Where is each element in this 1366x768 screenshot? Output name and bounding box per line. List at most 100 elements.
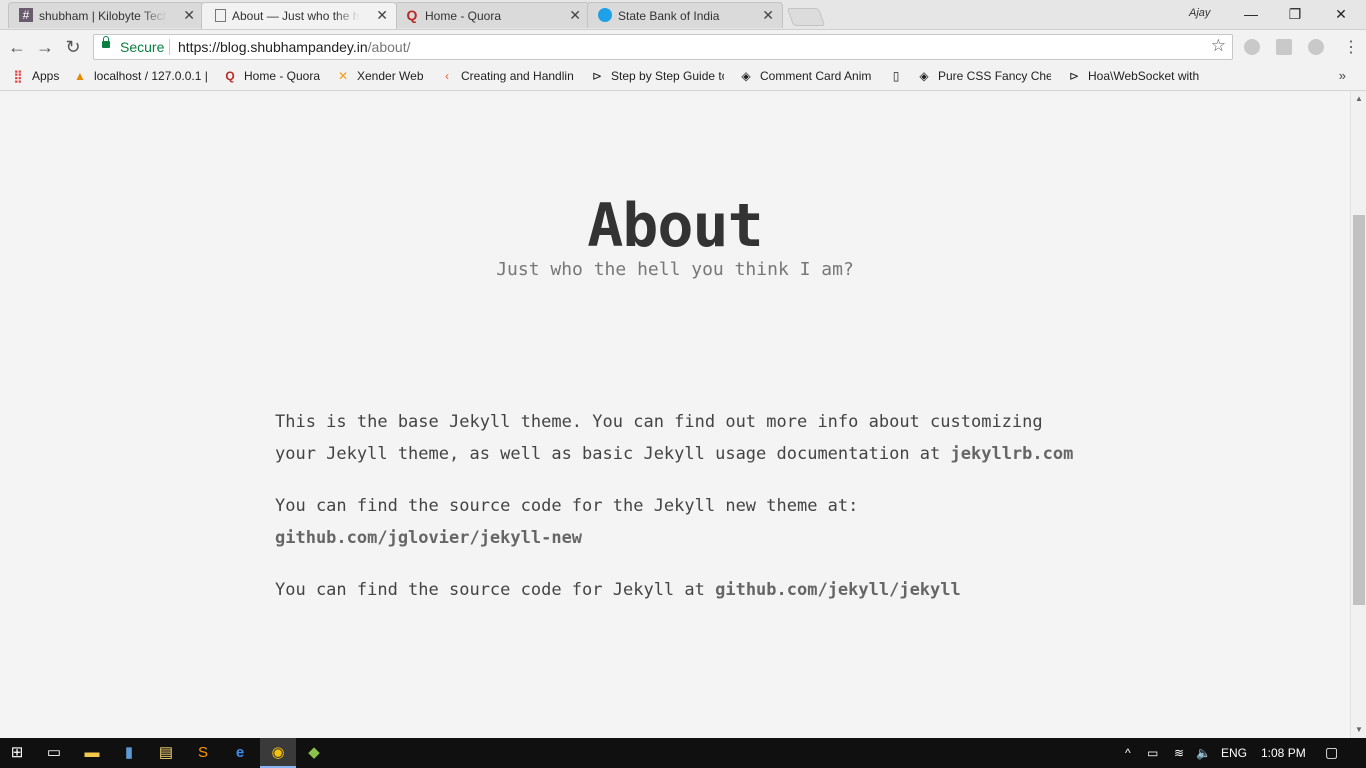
hash-icon: # (19, 8, 33, 22)
reload-icon[interactable]: ↻ (63, 37, 83, 57)
bookmark-label: Pure CSS Fancy Check (938, 69, 1051, 83)
link-jekyllrb[interactable]: jekyllrb.com (951, 444, 1074, 464)
tab-strip: # shubham | Kilobyte Techn ✕ About — Jus… (0, 0, 1366, 30)
bookmark-star-icon[interactable]: ☆ (1211, 36, 1226, 56)
page-content: About Just who the hell you think I am? … (0, 91, 1350, 738)
url-path: /about/ (367, 39, 411, 55)
lock-icon (102, 36, 110, 48)
bookmark-websocket[interactable]: ⊳ Hoa\WebSocket with (1067, 69, 1201, 83)
scroll-down-icon[interactable]: ▼ (1355, 725, 1363, 734)
profile-name[interactable]: Ajay (1189, 7, 1210, 19)
bookmark-localhost[interactable]: ▲ localhost / 127.0.0.1 | (73, 69, 209, 83)
app-icon[interactable]: ◆ (303, 743, 325, 763)
notepad-icon[interactable]: ▮ (118, 743, 140, 763)
quora-icon: Q (225, 69, 235, 83)
back-icon[interactable]: ← (7, 37, 27, 57)
tray-chevron-icon[interactable]: ^ (1125, 746, 1131, 760)
menu-icon[interactable]: ⋮ (1343, 37, 1359, 57)
page-icon (215, 9, 226, 22)
extension-icon[interactable] (1244, 39, 1260, 55)
bookmark-label: localhost / 127.0.0.1 | (94, 69, 208, 83)
bookmark-blank[interactable]: ▯ (889, 69, 910, 83)
minimize-icon[interactable]: — (1228, 0, 1274, 29)
url-base: https://blog.shubhampandey.in (178, 39, 368, 55)
close-icon[interactable]: ✕ (762, 8, 774, 22)
paragraph-text: You can find the source code for the Jek… (275, 496, 859, 516)
more-bookmarks-icon[interactable]: » (1339, 68, 1346, 83)
scroll-thumb[interactable] (1353, 215, 1365, 605)
restore-icon[interactable]: ❐ (1272, 0, 1318, 29)
clock[interactable]: 1:08 PM (1261, 746, 1306, 760)
phpmyadmin-icon: ▲ (74, 69, 86, 83)
omnibox-divider (169, 39, 170, 55)
codepen-arrow-icon: ⊳ (1068, 69, 1080, 83)
close-window-icon[interactable]: ✕ (1318, 0, 1364, 29)
codepen-arrow-icon: ⊳ (591, 69, 603, 83)
page-title: About (587, 191, 764, 261)
sitepoint-icon: ‹ (445, 69, 449, 83)
file-explorer-icon[interactable]: ▬ (81, 743, 103, 763)
bookmark-label: Creating and Handlin (461, 69, 574, 83)
bookmark-label: Apps (32, 69, 60, 83)
bookmark-label: Xender Web (357, 69, 424, 83)
link-jekyll-repo[interactable]: github.com/jekyll/jekyll (715, 580, 961, 600)
close-icon[interactable]: ✕ (183, 8, 195, 22)
extension-icon[interactable] (1276, 39, 1292, 55)
sbi-icon (598, 8, 612, 22)
new-tab-button[interactable] (786, 8, 826, 26)
close-icon[interactable]: ✕ (569, 8, 581, 22)
apps-grid-icon: ⣿ (13, 69, 23, 83)
tab-title: Home - Quora (425, 9, 502, 23)
xender-icon: ✕ (337, 69, 349, 83)
tab-title: About — Just who the hell (232, 9, 360, 23)
bookmark-creating[interactable]: ‹ Creating and Handlin (440, 69, 574, 83)
volume-icon[interactable]: 🔈 (1196, 746, 1211, 760)
secure-label: Secure (120, 39, 165, 55)
bookmark-xender[interactable]: ✕ Xender Web (336, 69, 424, 83)
bookmark-step-guide[interactable]: ⊳ Step by Step Guide to (590, 69, 724, 83)
language-indicator[interactable]: ENG (1221, 746, 1247, 760)
paragraph-text: You can find the source code for Jekyll … (275, 580, 716, 600)
sticky-notes-icon[interactable]: ▤ (155, 743, 177, 763)
codepen-icon: ◈ (741, 69, 751, 83)
task-view-icon[interactable]: ▭ (43, 743, 65, 763)
codepen-icon: ◈ (919, 69, 929, 83)
link-jekyll-new[interactable]: github.com/jglovier/jekyll-new (275, 528, 582, 548)
vertical-scrollbar[interactable]: ▲ ▼ (1350, 91, 1366, 738)
tab-quora[interactable]: Q Home - Quora ✕ (394, 2, 590, 28)
windows-start-icon[interactable]: ⊞ (6, 743, 28, 763)
taskbar: ⊞ ▭ ▬ ▮ ▤ S e ◉ ◆ ^ ▭ ≋ 🔈 ENG 1:08 PM ▢ (0, 738, 1366, 768)
chrome-icon[interactable]: ◉ (260, 738, 296, 768)
page-subtitle: Just who the hell you think I am? (496, 259, 854, 280)
bookmark-label: Step by Step Guide to (611, 69, 724, 83)
tab-title: shubham | Kilobyte Techn (39, 9, 167, 23)
bookmark-label: Comment Card Anim (760, 69, 872, 83)
bookmark-comment-card[interactable]: ◈ Comment Card Anim (739, 69, 873, 83)
tab-title: State Bank of India (618, 9, 720, 23)
toolbar: ← → ↻ Secure https://blog.shubhampandey.… (0, 30, 1366, 64)
forward-icon[interactable]: → (35, 37, 55, 57)
bookmark-quora[interactable]: Q Home - Quora (223, 69, 320, 83)
url-text[interactable]: https://blog.shubhampandey.in/about/ (178, 39, 410, 55)
paragraph-intro: This is the base Jekyll theme. You can f… (275, 406, 1085, 470)
bookmark-label: Home - Quora (244, 69, 321, 83)
scroll-up-icon[interactable]: ▲ (1355, 94, 1363, 103)
address-bar[interactable]: Secure https://blog.shubhampandey.in/abo… (93, 34, 1233, 60)
tab-kilobyte[interactable]: # shubham | Kilobyte Techn ✕ (8, 2, 204, 28)
paragraph-text: This is the base Jekyll theme. You can f… (275, 412, 1043, 464)
bookmarks-bar: ⣿ Apps ▲ localhost / 127.0.0.1 | Q Home - Q… (0, 64, 1366, 91)
close-icon[interactable]: ✕ (376, 8, 388, 22)
battery-icon[interactable]: ▭ (1147, 746, 1158, 760)
wifi-icon[interactable]: ≋ (1174, 746, 1184, 760)
extension-icon[interactable] (1308, 39, 1324, 55)
sublime-text-icon[interactable]: S (192, 743, 214, 763)
quora-icon: Q (406, 7, 418, 23)
notification-icon[interactable]: ▢ (1325, 744, 1338, 761)
tab-sbi[interactable]: State Bank of India ✕ (587, 2, 783, 28)
tab-about[interactable]: About — Just who the hell ✕ (201, 2, 397, 29)
bookmark-fancy-check[interactable]: ◈ Pure CSS Fancy Check (917, 69, 1051, 83)
edge-icon[interactable]: e (229, 743, 251, 763)
bookmark-apps[interactable]: ⣿ Apps (11, 69, 60, 83)
blank-page-icon: ▯ (892, 69, 900, 83)
bookmark-label: Hoa\WebSocket with (1088, 69, 1200, 83)
